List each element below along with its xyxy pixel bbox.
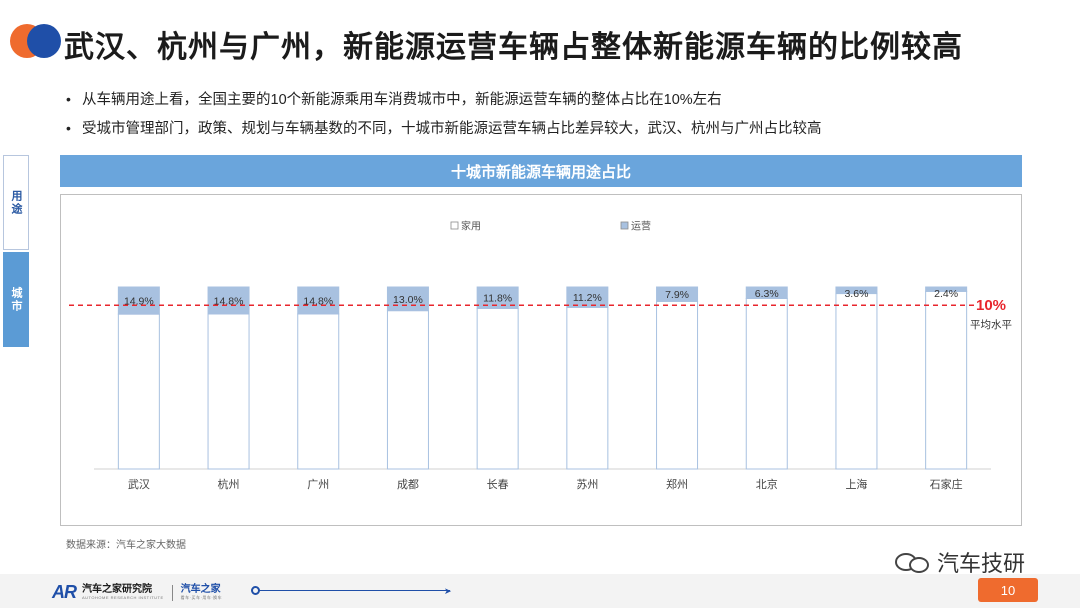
data-label: 11.2% — [573, 292, 602, 304]
bullet-item: • 受城市管理部门，政策、规划与车辆基数的不同，十城市新能源运营车辆占比差异较大… — [66, 113, 822, 142]
x-tick-label: 石家庄 — [930, 477, 963, 491]
bullet-list: • 从车辆用途上看，全国主要的10个新能源乘用车消费城市中，新能源运营车辆的整体… — [66, 84, 822, 142]
arrow-right-icon: ➤ — [444, 586, 452, 596]
data-label: 7.9% — [665, 289, 689, 301]
side-tab-city[interactable]: 城市 — [3, 252, 29, 347]
data-label: 11.8% — [483, 293, 512, 305]
side-tabs: 用途 城市 — [3, 155, 29, 347]
reference-sublabel: 平均水平 — [970, 319, 1012, 331]
legend-swatch — [620, 221, 629, 230]
x-tick-label: 上海 — [845, 477, 867, 491]
bullet-text: 受城市管理部门，政策、规划与车辆基数的不同，十城市新能源运营车辆占比差异较大，武… — [82, 121, 822, 137]
bar-family — [925, 290, 968, 470]
stacked-bar-chart: 家用 运营14.9%武汉14.8%杭州14.8%广州13.0%成都11.8%长春1… — [69, 220, 1012, 491]
x-tick-label: 长春 — [487, 478, 509, 491]
footer-org2-name: 汽车之家 — [180, 583, 221, 595]
bar-family — [117, 313, 160, 470]
legend-label: 家用 — [461, 220, 481, 233]
bar-family — [476, 307, 519, 470]
side-tab-usage[interactable]: 用途 — [3, 155, 29, 250]
page-number: 10 — [978, 578, 1038, 602]
footer-logo: AR 汽车之家研究院 AUTOHOME RESEARCH INSTITUTE 汽… — [52, 582, 222, 603]
wechat-icon — [895, 549, 931, 575]
data-label: 3.6% — [844, 288, 868, 300]
x-tick-label: 苏州 — [576, 478, 598, 491]
bar-family — [835, 293, 878, 470]
chart-area: 家用 运营 14.9% 武汉 14.8% 杭州 14.8% 广州 13.0% 成都 11.8% 长春 1… — [60, 194, 1022, 526]
bar-family — [297, 313, 340, 470]
logo-dot-blue — [27, 24, 61, 58]
footer-line — [256, 590, 450, 591]
chart-title: 十城市新能源车辆用途占比 — [60, 155, 1022, 187]
logo-dots — [10, 24, 61, 58]
data-label: 14.9% — [124, 296, 154, 308]
bullet-glyph: • — [66, 119, 71, 136]
bullet-glyph: • — [66, 90, 71, 107]
x-tick-label: 杭州 — [218, 477, 240, 491]
x-tick-label: 广州 — [307, 478, 329, 491]
footer-org-name: 汽车之家研究院 — [82, 584, 152, 595]
data-label: 2.4% — [934, 288, 958, 300]
bullet-text: 从车辆用途上看，全国主要的10个新能源乘用车消费城市中，新能源运营车辆的整体占比… — [82, 92, 722, 108]
footer-org-sub: AUTOHOME RESEARCH INSTITUTE — [82, 595, 164, 600]
x-tick-label: 成都 — [397, 478, 419, 491]
bar-family — [386, 310, 429, 470]
x-tick-label: 武汉 — [128, 478, 150, 491]
x-tick-label: 北京 — [756, 477, 778, 491]
x-tick-label: 郑州 — [666, 477, 688, 491]
bullet-item: • 从车辆用途上看，全国主要的10个新能源乘用车消费城市中，新能源运营车辆的整体… — [66, 84, 822, 113]
footer-bar: AR 汽车之家研究院 AUTOHOME RESEARCH INSTITUTE 汽… — [0, 574, 1080, 608]
bar-family — [745, 297, 788, 470]
legend-swatch — [450, 221, 459, 230]
footer-line-dot — [251, 586, 260, 595]
ar-logo-icon: AR — [52, 582, 77, 602]
reference-label: 10% — [976, 297, 1006, 314]
source-note: 数据来源：汽车之家大数据 — [66, 540, 186, 551]
data-label: 6.3% — [755, 288, 779, 300]
bar-family — [566, 306, 609, 470]
footer-org2-sub: 看车·买车·用车·换车 — [180, 594, 223, 600]
legend-label: 运营 — [631, 220, 651, 233]
data-label: 14.8% — [214, 295, 244, 307]
bar-family — [207, 313, 250, 470]
footer-divider — [171, 584, 173, 601]
bar-family — [656, 300, 699, 470]
data-label: 13.0% — [393, 294, 423, 306]
page-title: 武汉、杭州与广州，新能源运营车辆占整体新能源车辆的比例较高 — [64, 31, 963, 64]
